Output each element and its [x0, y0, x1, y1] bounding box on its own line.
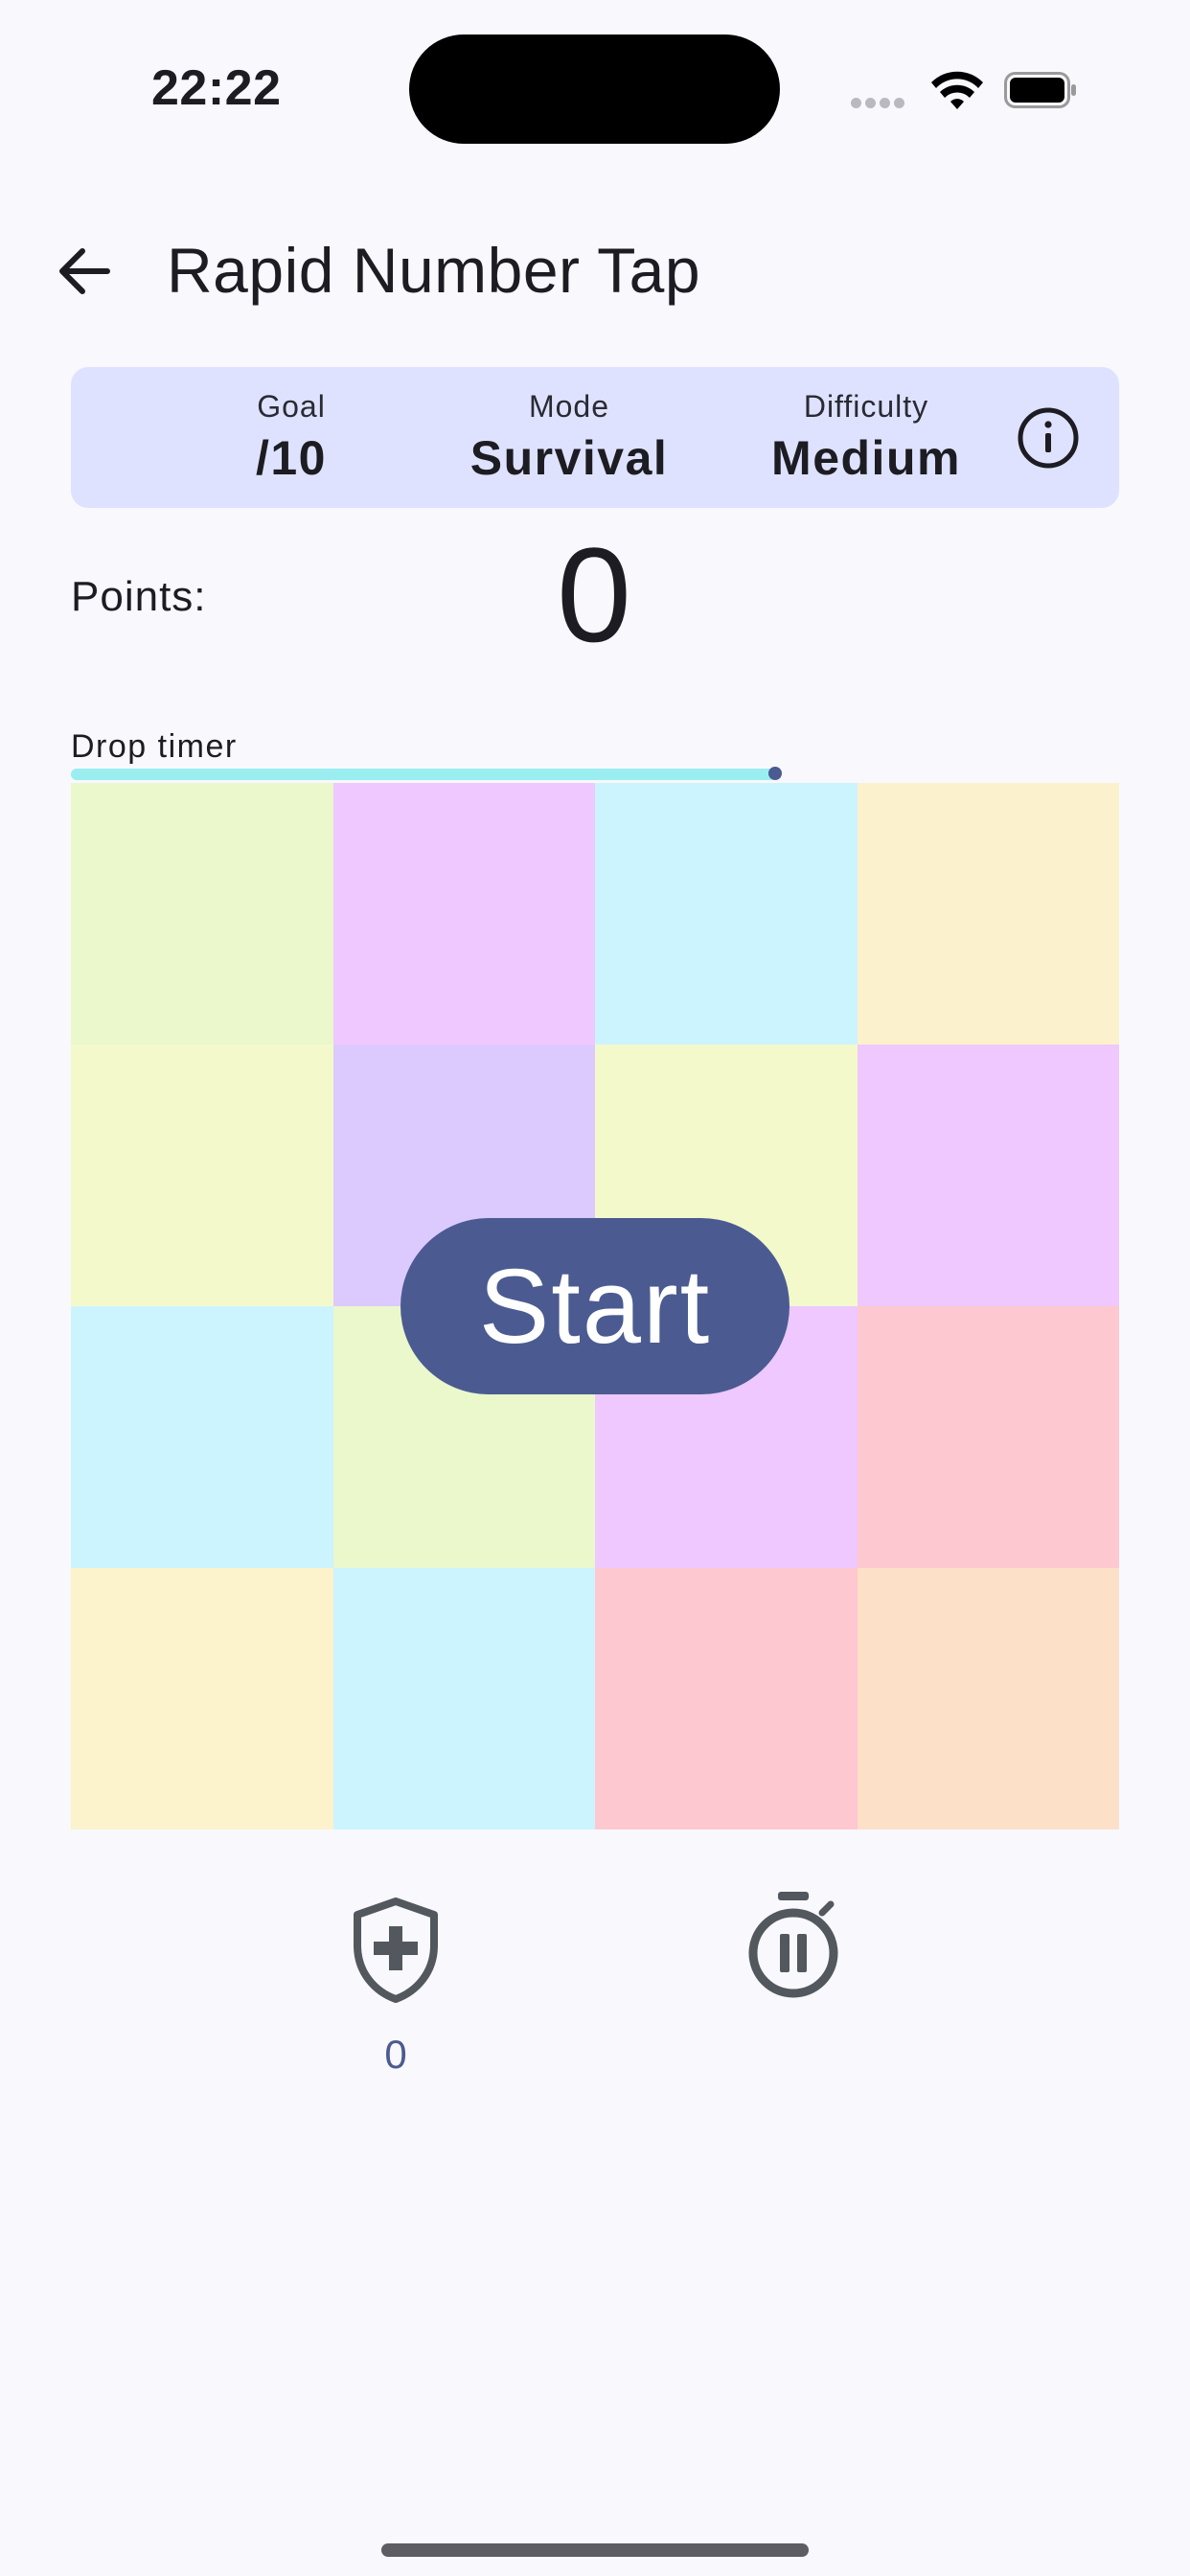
- mode-stat: Mode Survival: [425, 367, 713, 508]
- grid-tile[interactable]: [857, 1045, 1119, 1306]
- start-button[interactable]: Start: [400, 1218, 790, 1394]
- grid-tile[interactable]: [332, 783, 595, 1045]
- drop-timer-label: Drop timer: [71, 728, 238, 765]
- goal-label: Goal: [257, 389, 326, 424]
- points-label: Points:: [71, 573, 207, 620]
- points-value: 0: [557, 519, 631, 670]
- mode-value: Survival: [469, 431, 669, 485]
- shield-count: 0: [384, 2032, 407, 2077]
- battery-icon: [1004, 72, 1076, 108]
- drop-timer-bar: [71, 769, 776, 780]
- goal-value: /10: [255, 431, 327, 485]
- game-info-card: Goal /10 Mode Survival Difficulty Medium: [71, 367, 1119, 508]
- grid-tile[interactable]: [857, 1306, 1119, 1568]
- drop-timer-indicator: [768, 767, 782, 780]
- wifi-icon: [931, 71, 983, 109]
- dynamic-island: [409, 34, 780, 144]
- difficulty-value: Medium: [771, 431, 961, 485]
- cellular-signal-icon: [851, 96, 912, 108]
- mode-label: Mode: [528, 389, 610, 424]
- goal-stat: Goal /10: [167, 367, 416, 508]
- back-arrow-icon[interactable]: [54, 242, 113, 301]
- difficulty-label: Difficulty: [803, 389, 929, 424]
- grid-tile[interactable]: [857, 1568, 1119, 1829]
- grid-tile[interactable]: [71, 783, 333, 1045]
- grid-tile[interactable]: [595, 783, 858, 1045]
- grid-tile[interactable]: [332, 1568, 595, 1829]
- grid-tile[interactable]: [595, 1568, 858, 1829]
- status-time: 22:22: [151, 60, 282, 116]
- grid-tile[interactable]: [71, 1568, 333, 1829]
- stopwatch-pause-icon[interactable]: [745, 1890, 841, 2003]
- info-circle-icon[interactable]: [1016, 405, 1081, 471]
- grid-tile[interactable]: [71, 1045, 333, 1306]
- grid-tile[interactable]: [857, 783, 1119, 1045]
- grid-tile[interactable]: [71, 1306, 333, 1568]
- difficulty-stat: Difficulty Medium: [722, 367, 1010, 508]
- home-indicator: [381, 2543, 809, 2557]
- page-title: Rapid Number Tap: [167, 235, 701, 306]
- shield-plus-icon[interactable]: [350, 1898, 442, 2003]
